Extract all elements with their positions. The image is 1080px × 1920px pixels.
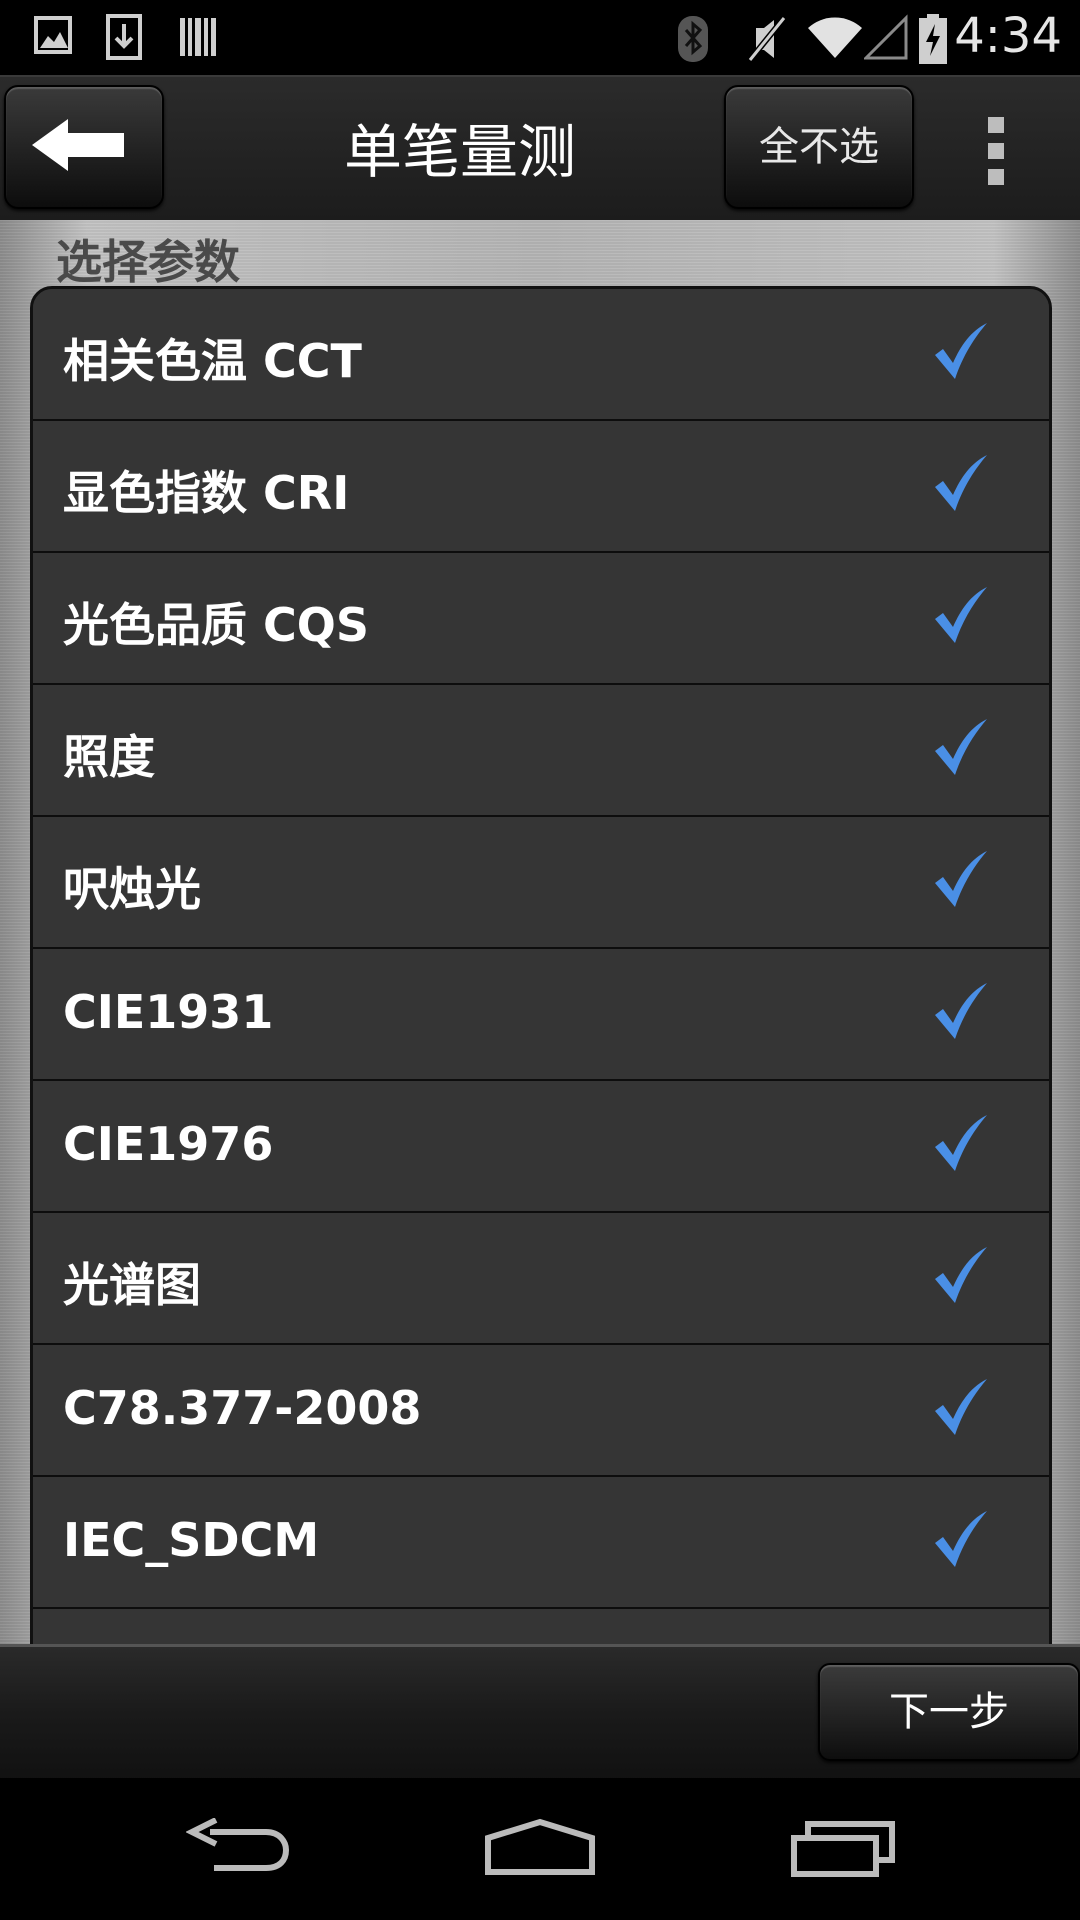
back-button[interactable] <box>4 85 164 209</box>
next-step-button[interactable]: 下一步 <box>818 1663 1080 1761</box>
recent-apps-nav-icon[interactable] <box>790 1818 896 1878</box>
checkmark-icon <box>935 851 987 907</box>
checkmark-icon <box>935 1379 987 1435</box>
list-item-label: CIE1976 <box>63 1117 274 1171</box>
back-nav-icon[interactable] <box>186 1818 290 1878</box>
wifi-icon <box>808 17 862 58</box>
checkmark-icon <box>935 1247 987 1303</box>
back-arrow-icon <box>32 119 124 171</box>
checkmark-icon <box>935 455 987 511</box>
list-item[interactable]: CIE1976 <box>33 1081 1049 1213</box>
bluetooth-icon <box>678 16 708 62</box>
list-item-label: IEC_SDCM <box>63 1513 320 1567</box>
list-item-label: 光谱图 <box>63 1258 201 1312</box>
checkmark-icon <box>935 1115 987 1171</box>
list-item-label: 显色指数 CRI <box>63 466 350 520</box>
status-time: 4:34 <box>954 8 1062 64</box>
list-item-label: C78.377-2008 <box>63 1381 422 1435</box>
page-title: 单笔量测 <box>343 118 576 186</box>
checkmark-icon <box>935 719 987 775</box>
list-item-label: 光色品质 CQS <box>63 598 370 652</box>
barcode-icon <box>180 18 216 56</box>
list-item[interactable]: 相关色温 CCT <box>33 289 1049 421</box>
list-item-label: 相关色温 CCT <box>63 334 362 388</box>
overflow-menu-icon[interactable] <box>984 117 1008 187</box>
list-item-label: CIE1931 <box>63 985 274 1039</box>
list-item[interactable] <box>33 1609 1049 1644</box>
deselect-all-button[interactable]: 全不选 <box>724 85 914 209</box>
list-item[interactable]: 呎烛光 <box>33 817 1049 949</box>
checkmark-icon <box>935 983 987 1039</box>
parameter-list[interactable]: 相关色温 CCT 显色指数 CRI 光色品质 CQS 照度 呎烛光 CIE193… <box>30 286 1052 1644</box>
list-item-label: 照度 <box>63 730 155 784</box>
battery-charging-icon <box>919 14 947 64</box>
navigation-bar <box>0 1778 1080 1920</box>
list-item-label: 呎烛光 <box>63 862 201 916</box>
home-nav-icon[interactable] <box>484 1818 596 1878</box>
status-bar: 4:34 <box>0 0 1080 75</box>
list-item[interactable]: 显色指数 CRI <box>33 421 1049 553</box>
list-item[interactable]: 光色品质 CQS <box>33 553 1049 685</box>
list-item[interactable]: 光谱图 <box>33 1213 1049 1345</box>
list-item[interactable]: C78.377-2008 <box>33 1345 1049 1477</box>
list-item[interactable]: 照度 <box>33 685 1049 817</box>
mute-icon <box>747 16 787 62</box>
checkmark-icon <box>935 1511 987 1567</box>
signal-icon <box>864 14 908 60</box>
list-item[interactable]: CIE1931 <box>33 949 1049 1081</box>
checkmark-icon <box>935 587 987 643</box>
image-icon <box>34 16 72 54</box>
checkmark-icon <box>935 323 987 379</box>
download-icon <box>106 14 142 60</box>
section-title: 选择参数 <box>56 235 240 289</box>
list-item[interactable]: IEC_SDCM <box>33 1477 1049 1609</box>
bottom-bar: 下一步 <box>0 1644 1080 1781</box>
action-bar: 单笔量测 全不选 <box>0 75 1080 224</box>
content-area: 选择参数 相关色温 CCT 显色指数 CRI 光色品质 CQS 照度 呎烛光 C… <box>0 220 1080 1644</box>
